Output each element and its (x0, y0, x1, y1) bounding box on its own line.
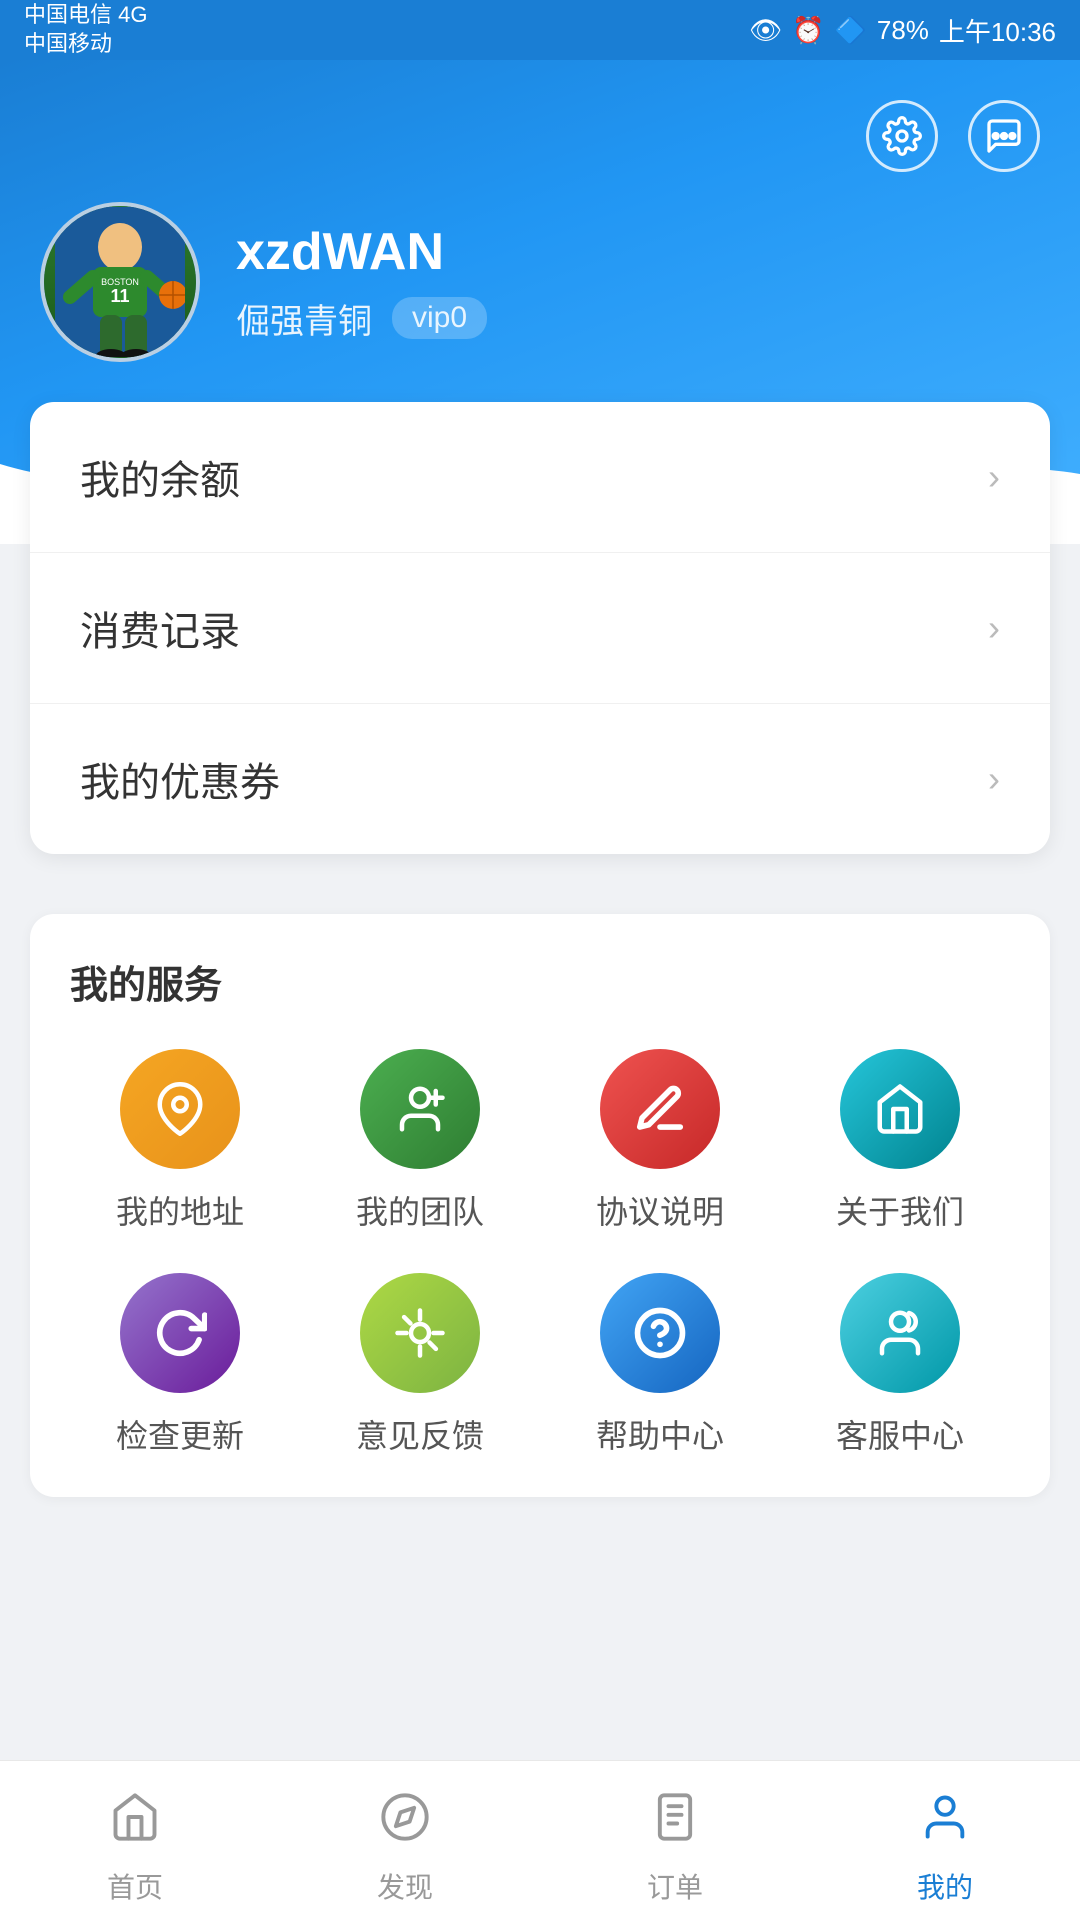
service-address[interactable]: 我的地址 (70, 1049, 290, 1233)
service-help[interactable]: 帮助中心 (550, 1273, 770, 1457)
protocol-label: 协议说明 (596, 1187, 724, 1233)
nav-discover[interactable]: 发现 (270, 1775, 540, 1906)
about-label: 关于我们 (836, 1187, 964, 1233)
address-icon (120, 1049, 240, 1169)
svg-text:BOSTON: BOSTON (101, 277, 139, 287)
service-team[interactable]: 我的团队 (310, 1049, 530, 1233)
service-feedback[interactable]: 意见反馈 (310, 1273, 530, 1457)
protocol-icon (600, 1049, 720, 1169)
nav-home-label: 首页 (107, 1866, 163, 1906)
service-protocol[interactable]: 协议说明 (550, 1049, 770, 1233)
status-bar: 中国电信 4G 中国移动 👁 ⏰ 🔷 78% 上午10:36 (0, 0, 1080, 60)
svg-text:11: 11 (110, 286, 129, 306)
nav-orders-label: 订单 (647, 1866, 703, 1906)
balance-chevron: › (988, 456, 1000, 498)
menu-card: 我的余额 › 消费记录 › 我的优惠券 › (30, 402, 1050, 854)
coupon-label: 我的优惠券 (80, 750, 280, 808)
discover-icon (379, 1791, 431, 1856)
nav-orders[interactable]: 订单 (540, 1775, 810, 1906)
bottom-nav: 首页 发现 订单 我的 (0, 1760, 1080, 1920)
username: xzdWAN (236, 222, 487, 282)
services-grid: 我的地址 我的团队 协议说明 (70, 1049, 1010, 1457)
services-section: 我的服务 我的地址 我的团队 (30, 914, 1050, 1497)
feedback-label: 意见反馈 (356, 1411, 484, 1457)
vip-badge: vip0 (392, 297, 487, 339)
balance-menu-item[interactable]: 我的余额 › (30, 402, 1050, 553)
nav-mine-label: 我的 (917, 1866, 973, 1906)
team-label: 我的团队 (356, 1187, 484, 1233)
carrier-info: 中国电信 4G 中国移动 (24, 1, 147, 58)
update-label: 检查更新 (116, 1411, 244, 1457)
service-customer[interactable]: 客服中心 (790, 1273, 1010, 1457)
service-about[interactable]: 关于我们 (790, 1049, 1010, 1233)
update-icon (120, 1273, 240, 1393)
consumption-chevron: › (988, 607, 1000, 649)
battery-label: 78% (877, 15, 929, 46)
settings-button[interactable] (866, 100, 938, 172)
profile-info: xzdWAN 倔强青铜 vip0 (236, 222, 487, 343)
balance-label: 我的余额 (80, 448, 240, 506)
coupon-chevron: › (988, 758, 1000, 800)
eye-icon: 👁 (749, 15, 782, 46)
alarm-icon: ⏰ (792, 15, 824, 46)
nav-mine[interactable]: 我的 (810, 1775, 1080, 1906)
time-label: 上午10:36 (939, 12, 1056, 49)
mine-icon (919, 1791, 971, 1856)
chat-button[interactable] (968, 100, 1040, 172)
about-icon (840, 1049, 960, 1169)
nav-discover-label: 发现 (377, 1866, 433, 1906)
home-icon (109, 1791, 161, 1856)
profile-subtitle: 倔强青铜 vip0 (236, 294, 487, 343)
avatar[interactable]: 11 BOSTON (40, 202, 200, 362)
service-update[interactable]: 检查更新 (70, 1273, 290, 1457)
services-title: 我的服务 (70, 954, 1010, 1009)
status-right: 👁 ⏰ 🔷 78% 上午10:36 (749, 12, 1056, 49)
nav-home[interactable]: 首页 (0, 1775, 270, 1906)
team-icon (360, 1049, 480, 1169)
customer-icon (840, 1273, 960, 1393)
help-label: 帮助中心 (596, 1411, 724, 1457)
consumption-menu-item[interactable]: 消费记录 › (30, 553, 1050, 704)
address-label: 我的地址 (116, 1187, 244, 1233)
customer-label: 客服中心 (836, 1411, 964, 1457)
header-actions (40, 100, 1040, 172)
profile-row: 11 BOSTON (40, 202, 1040, 362)
consumption-label: 消费记录 (80, 599, 240, 657)
orders-icon (649, 1791, 701, 1856)
rank-label: 倔强青铜 (236, 294, 372, 343)
help-icon (600, 1273, 720, 1393)
feedback-icon (360, 1273, 480, 1393)
coupon-menu-item[interactable]: 我的优惠券 › (30, 704, 1050, 854)
bluetooth-icon: 🔷 (835, 15, 867, 46)
